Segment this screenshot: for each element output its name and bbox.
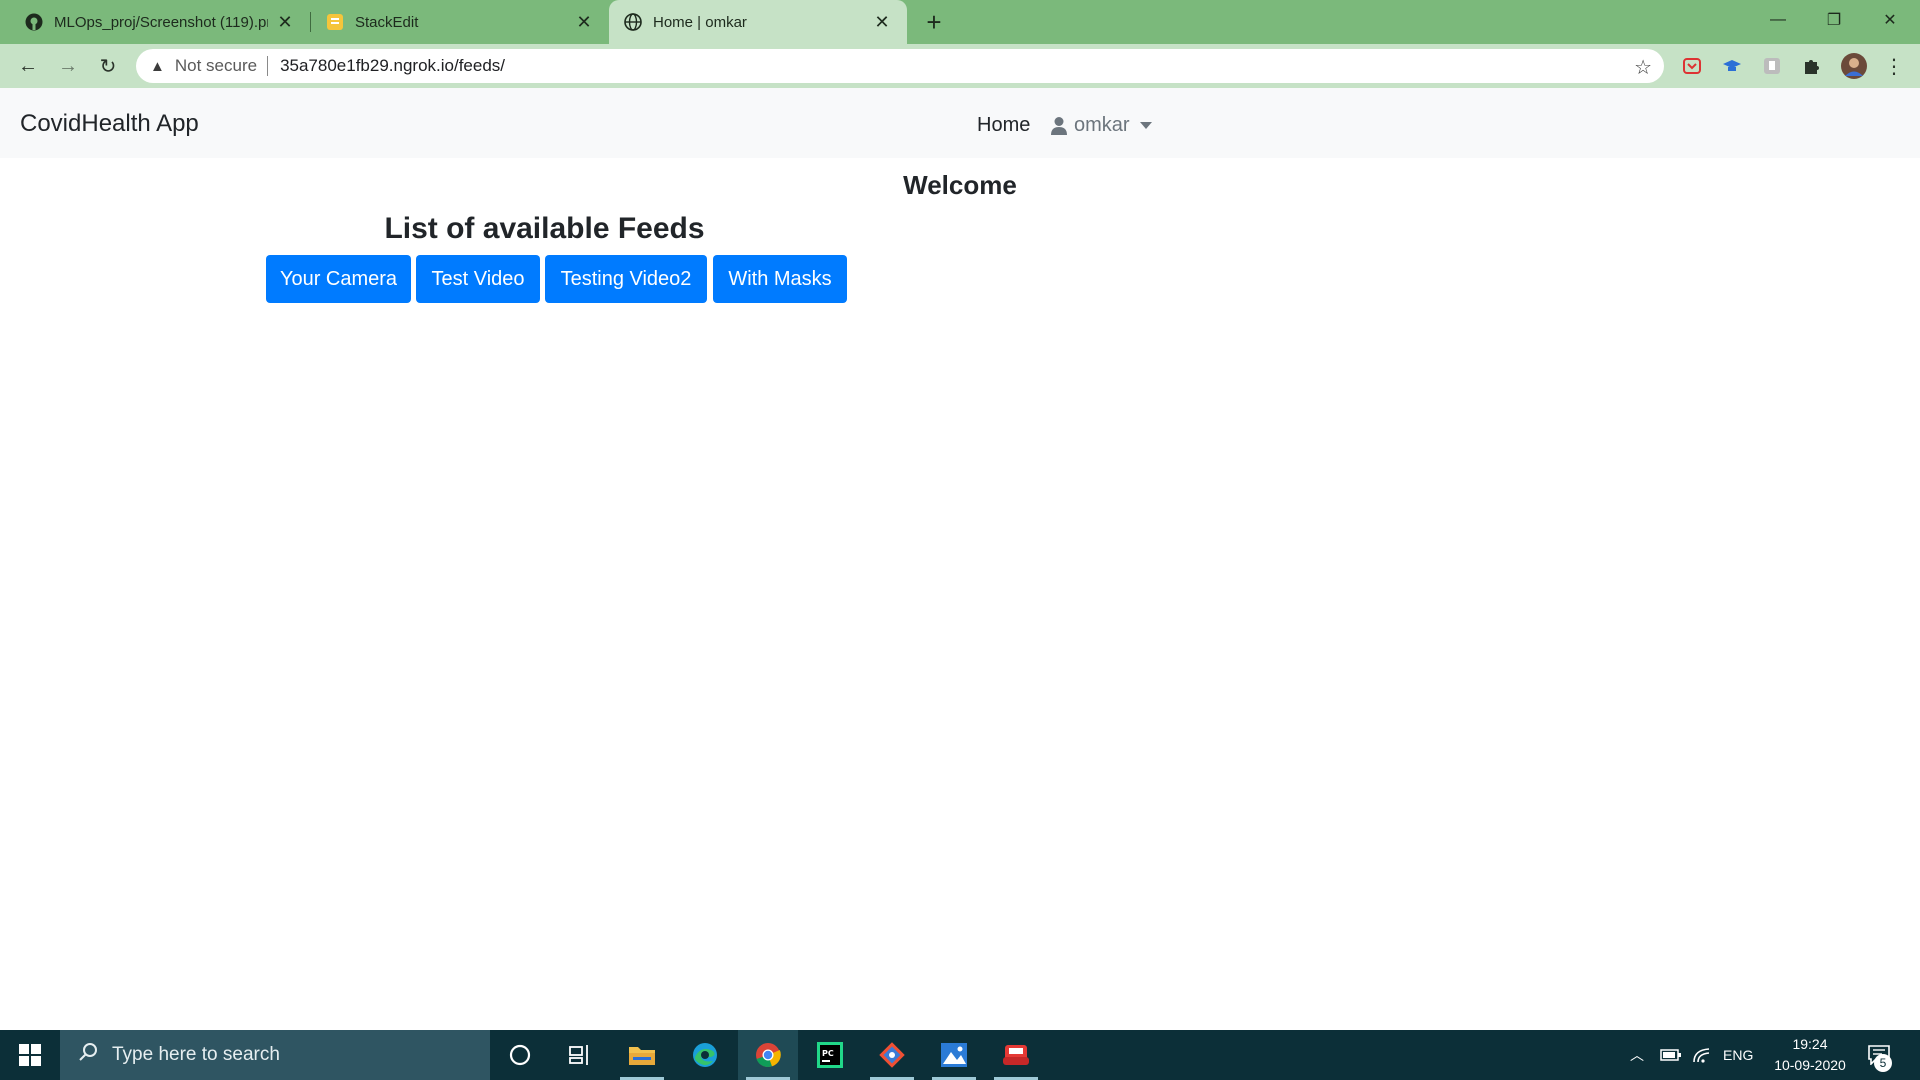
forward-button[interactable]: → bbox=[52, 50, 84, 82]
welcome-heading: Welcome bbox=[903, 170, 1017, 200]
cortana-icon[interactable] bbox=[490, 1030, 550, 1080]
show-hidden-icons-button[interactable]: ︿ bbox=[1630, 1030, 1644, 1080]
clock-time: 19:24 bbox=[1792, 1036, 1828, 1052]
mortarboard-icon[interactable] bbox=[1720, 54, 1744, 78]
app-navbar: CovidHealth App Home omkar bbox=[0, 88, 1920, 158]
battery-icon[interactable] bbox=[1660, 1030, 1682, 1080]
close-icon[interactable]: ✕ bbox=[573, 11, 595, 33]
window-close-button[interactable]: ✕ bbox=[1862, 0, 1918, 40]
tab-title: MLOps_proj/Screenshot (119).png bbox=[54, 13, 268, 31]
puzzle-icon[interactable] bbox=[1800, 54, 1824, 78]
feed-button-your-camera[interactable]: Your Camera bbox=[266, 255, 411, 303]
profile-avatar[interactable] bbox=[1840, 52, 1868, 80]
pycharm-icon[interactable]: PC bbox=[800, 1030, 860, 1080]
red-app-icon[interactable] bbox=[986, 1030, 1046, 1080]
tab-github[interactable]: MLOps_proj/Screenshot (119).png ✕ bbox=[10, 0, 310, 44]
tab-stackedit[interactable]: StackEdit ✕ bbox=[311, 0, 609, 44]
file-explorer-icon[interactable] bbox=[612, 1030, 672, 1080]
language-indicator[interactable]: ENG bbox=[1723, 1030, 1753, 1080]
url-text[interactable]: 35a780e1fb29.ngrok.io/feeds/ bbox=[280, 56, 505, 76]
back-button[interactable]: ← bbox=[12, 50, 44, 82]
reload-button[interactable]: ↻ bbox=[92, 50, 124, 82]
taskbar-clock[interactable]: 19:24 10-09-2020 bbox=[1768, 1034, 1852, 1076]
search-placeholder: Type here to search bbox=[112, 1044, 280, 1065]
close-icon[interactable]: ✕ bbox=[274, 11, 296, 33]
hat-icon[interactable] bbox=[1760, 54, 1784, 78]
notification-count-badge: 5 bbox=[1874, 1054, 1892, 1072]
address-bar[interactable]: ▲ Not secure 35a780e1fb29.ngrok.io/feeds… bbox=[136, 49, 1664, 83]
restore-button[interactable]: ❐ bbox=[1806, 0, 1862, 40]
start-button[interactable] bbox=[0, 1030, 60, 1080]
close-icon[interactable]: ✕ bbox=[871, 11, 893, 33]
chrome-icon[interactable] bbox=[738, 1030, 798, 1080]
user-name: omkar bbox=[1074, 114, 1130, 136]
wifi-icon[interactable] bbox=[1692, 1030, 1712, 1080]
feed-button-testing-video2[interactable]: Testing Video2 bbox=[545, 255, 707, 303]
menu-icon[interactable]: ⋮ bbox=[1882, 54, 1906, 78]
user-icon bbox=[1050, 116, 1068, 136]
taskbar-search-box[interactable]: Type here to search bbox=[60, 1030, 490, 1080]
address-divider bbox=[267, 56, 269, 76]
browser-tab-bar: MLOps_proj/Screenshot (119).png ✕ StackE… bbox=[0, 0, 1920, 44]
svg-text:PC: PC bbox=[822, 1049, 834, 1058]
feeds-list-title: List of available Feeds bbox=[384, 212, 705, 245]
task-view-icon[interactable] bbox=[550, 1030, 610, 1080]
chevron-down-icon bbox=[1139, 122, 1152, 129]
tab-title: Home | omkar bbox=[653, 13, 747, 31]
feed-button-test-video[interactable]: Test Video bbox=[416, 255, 540, 303]
globe-icon bbox=[623, 12, 643, 32]
nav-link-home[interactable]: Home bbox=[977, 114, 1030, 137]
bookmark-star-icon[interactable]: ☆ bbox=[1634, 55, 1652, 80]
windows-logo-icon bbox=[19, 1044, 41, 1066]
search-icon bbox=[78, 1042, 98, 1068]
minimize-button[interactable]: — bbox=[1750, 0, 1806, 40]
edge-icon[interactable] bbox=[675, 1030, 735, 1080]
photos-icon[interactable] bbox=[924, 1030, 984, 1080]
feed-button-with-masks[interactable]: With Masks bbox=[713, 255, 847, 303]
clock-date: 10-09-2020 bbox=[1774, 1057, 1846, 1073]
windows-taskbar: Type here to search PC ︿ ENG 19:24 10-09… bbox=[0, 1030, 1920, 1080]
tab-title: StackEdit bbox=[355, 13, 419, 31]
security-label: Not secure bbox=[174, 56, 258, 75]
pocket-icon[interactable] bbox=[1680, 54, 1704, 78]
github-icon bbox=[24, 12, 44, 32]
warning-icon: ▲ bbox=[150, 57, 165, 75]
stackedit-icon bbox=[325, 12, 345, 32]
user-dropdown[interactable]: omkar bbox=[1050, 114, 1152, 137]
git-icon[interactable] bbox=[862, 1030, 922, 1080]
navbar-brand[interactable]: CovidHealth App bbox=[20, 110, 199, 138]
tab-home-omkar[interactable]: Home | omkar ✕ bbox=[609, 0, 907, 44]
new-tab-button[interactable]: + bbox=[920, 7, 948, 37]
browser-toolbar: ← → ↻ ▲ Not secure 35a780e1fb29.ngrok.io… bbox=[0, 44, 1920, 88]
